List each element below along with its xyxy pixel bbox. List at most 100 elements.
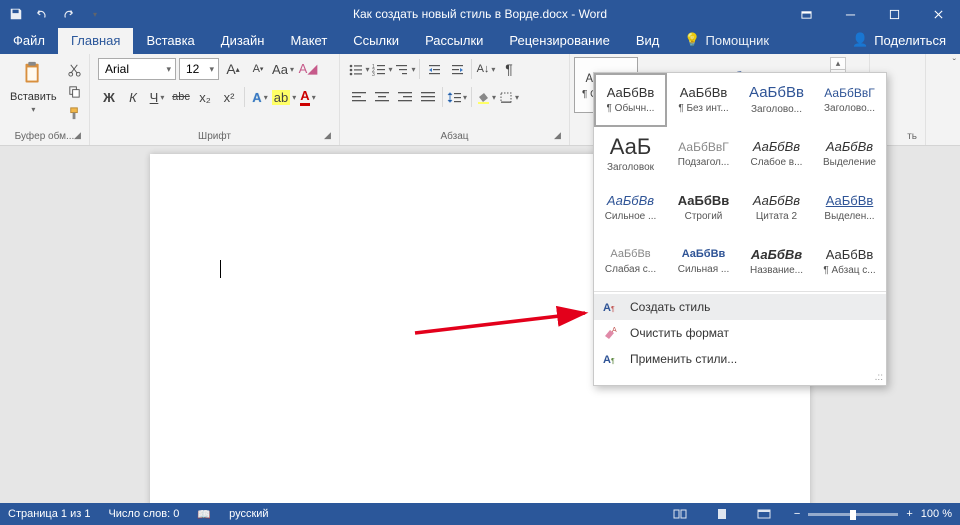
paste-button[interactable]: Вставить ▾ — [4, 57, 63, 116]
style-dropdown-item[interactable]: АаБЗаголовок — [594, 127, 667, 181]
outdent-button[interactable] — [423, 58, 445, 80]
numbering-button[interactable]: 123 — [371, 58, 393, 80]
style-dropdown-item[interactable]: АаБбВвСильная ... — [667, 235, 740, 289]
share-button[interactable]: 👤Поделиться — [838, 27, 960, 54]
clipboard-launcher[interactable]: ◢ — [74, 130, 86, 142]
align-center-button[interactable] — [371, 86, 393, 108]
quick-access-toolbar — [0, 2, 110, 26]
zoom-level[interactable]: 100 % — [921, 508, 952, 520]
tab-view[interactable]: Вид — [623, 28, 673, 54]
text-effects-button[interactable]: A — [249, 86, 271, 108]
show-marks-button[interactable]: ¶ — [498, 58, 520, 80]
style-dropdown-item[interactable]: АаБбВвСтрогий — [667, 181, 740, 235]
collapse-ribbon-button[interactable]: ˇ — [953, 58, 956, 69]
shrink-font-button[interactable]: A▾ — [247, 58, 269, 80]
style-dropdown-item[interactable]: АаБбВвСлабая с... — [594, 235, 667, 289]
read-mode-button[interactable] — [668, 505, 692, 523]
group-clipboard: Вставить ▾ Буфер обм... ◢ — [0, 54, 90, 145]
web-layout-button[interactable] — [752, 505, 776, 523]
language-indicator[interactable]: русский — [229, 508, 268, 520]
style-dropdown-item[interactable]: АаБбВвВыделение — [813, 127, 886, 181]
font-launcher[interactable]: ◢ — [324, 130, 336, 142]
style-dropdown-item[interactable]: АаБбВвЗаголово... — [740, 73, 813, 127]
style-dropdown-item[interactable]: АаБбВвЦитата 2 — [740, 181, 813, 235]
maximize-button[interactable] — [872, 0, 916, 28]
ribbon-tabs: Файл Главная Вставка Дизайн Макет Ссылки… — [0, 28, 960, 54]
format-painter-button[interactable] — [65, 103, 85, 123]
clipboard-icon — [18, 59, 48, 89]
tab-file[interactable]: Файл — [0, 28, 58, 54]
subscript-button[interactable]: x₂ — [194, 86, 216, 108]
ribbon-display-button[interactable] — [784, 0, 828, 28]
align-left-button[interactable] — [348, 86, 370, 108]
zoom-in-button[interactable]: + — [906, 508, 912, 520]
minimize-button[interactable] — [828, 0, 872, 28]
tab-layout[interactable]: Макет — [277, 28, 340, 54]
cut-button[interactable] — [65, 59, 85, 79]
clear-format-icon: A — [602, 325, 620, 341]
spell-check-icon[interactable]: 📖 — [197, 508, 211, 521]
save-button[interactable] — [4, 2, 28, 26]
clear-format-item[interactable]: A Очистить формат — [594, 320, 886, 346]
style-dropdown-item[interactable]: АаБбВвВыделен... — [813, 181, 886, 235]
tab-mailings[interactable]: Рассылки — [412, 28, 496, 54]
create-style-item[interactable]: A¶ Создать стиль — [594, 294, 886, 320]
dropdown-resize-grip[interactable]: .:: — [594, 372, 886, 385]
underline-button[interactable]: Ч — [146, 86, 168, 108]
tab-design[interactable]: Дизайн — [208, 28, 278, 54]
superscript-button[interactable]: x² — [218, 86, 240, 108]
style-dropdown-item[interactable]: АаБбВвСлабое в... — [740, 127, 813, 181]
highlight-button[interactable]: ab — [273, 86, 295, 108]
styles-dropdown: АаБбВв¶ Обычн...АаБбВв¶ Без инт...АаБбВв… — [593, 72, 887, 386]
zoom-out-button[interactable]: − — [794, 508, 800, 520]
style-dropdown-item[interactable]: АаБбВвГЗаголово... — [813, 73, 886, 127]
indent-button[interactable] — [446, 58, 468, 80]
paragraph-launcher[interactable]: ◢ — [554, 130, 566, 142]
grow-font-button[interactable]: A▴ — [222, 58, 244, 80]
svg-text:3: 3 — [372, 72, 375, 76]
line-spacing-button[interactable] — [446, 86, 468, 108]
svg-text:A: A — [603, 302, 611, 314]
apply-styles-item[interactable]: A¶ Применить стили... — [594, 346, 886, 372]
document-title: Как создать новый стиль в Ворде.docx - W… — [353, 7, 607, 21]
multilevel-button[interactable] — [394, 58, 416, 80]
shading-button[interactable] — [475, 86, 497, 108]
copy-button[interactable] — [65, 81, 85, 101]
borders-button[interactable] — [498, 86, 520, 108]
italic-button[interactable]: К — [122, 86, 144, 108]
numbering-icon: 123 — [371, 63, 386, 76]
change-case-button[interactable]: Aa — [272, 58, 294, 80]
bold-button[interactable]: Ж — [98, 86, 120, 108]
page-indicator[interactable]: Страница 1 из 1 — [8, 508, 90, 520]
status-bar: Страница 1 из 1 Число слов: 0 📖 русский … — [0, 503, 960, 525]
style-dropdown-item[interactable]: АаБбВвНазвание... — [740, 235, 813, 289]
sort-button[interactable]: A↓ — [475, 58, 497, 80]
word-count[interactable]: Число слов: 0 — [108, 508, 179, 520]
redo-button[interactable] — [56, 2, 80, 26]
bullets-button[interactable] — [348, 58, 370, 80]
font-family-combo[interactable]: Arial▾ — [98, 58, 176, 80]
clear-format-button[interactable]: A◢ — [297, 58, 319, 80]
close-button[interactable] — [916, 0, 960, 28]
print-layout-button[interactable] — [710, 505, 734, 523]
tab-references[interactable]: Ссылки — [340, 28, 412, 54]
font-color-button[interactable]: A — [297, 86, 319, 108]
style-dropdown-item[interactable]: АаБбВв¶ Обычн... — [594, 73, 667, 127]
gallery-up-button[interactable]: ▴ — [831, 58, 845, 70]
apply-styles-icon: A¶ — [602, 351, 620, 367]
tab-insert[interactable]: Вставка — [133, 28, 207, 54]
style-dropdown-item[interactable]: АаБбВвСильное ... — [594, 181, 667, 235]
strike-button[interactable]: abc — [170, 86, 192, 108]
style-dropdown-item[interactable]: АаБбВв¶ Без инт... — [667, 73, 740, 127]
style-dropdown-item[interactable]: АаБбВв¶ Абзац с... — [813, 235, 886, 289]
justify-button[interactable] — [417, 86, 439, 108]
undo-button[interactable] — [30, 2, 54, 26]
tab-home[interactable]: Главная — [58, 28, 133, 54]
style-dropdown-item[interactable]: АаБбВвГПодзагол... — [667, 127, 740, 181]
font-size-combo[interactable]: 12▾ — [179, 58, 219, 80]
tab-review[interactable]: Рецензирование — [496, 28, 622, 54]
align-right-button[interactable] — [394, 86, 416, 108]
zoom-slider[interactable] — [808, 513, 898, 516]
tell-me[interactable]: 💡Помощник — [672, 27, 781, 54]
qat-more-button[interactable] — [82, 2, 106, 26]
